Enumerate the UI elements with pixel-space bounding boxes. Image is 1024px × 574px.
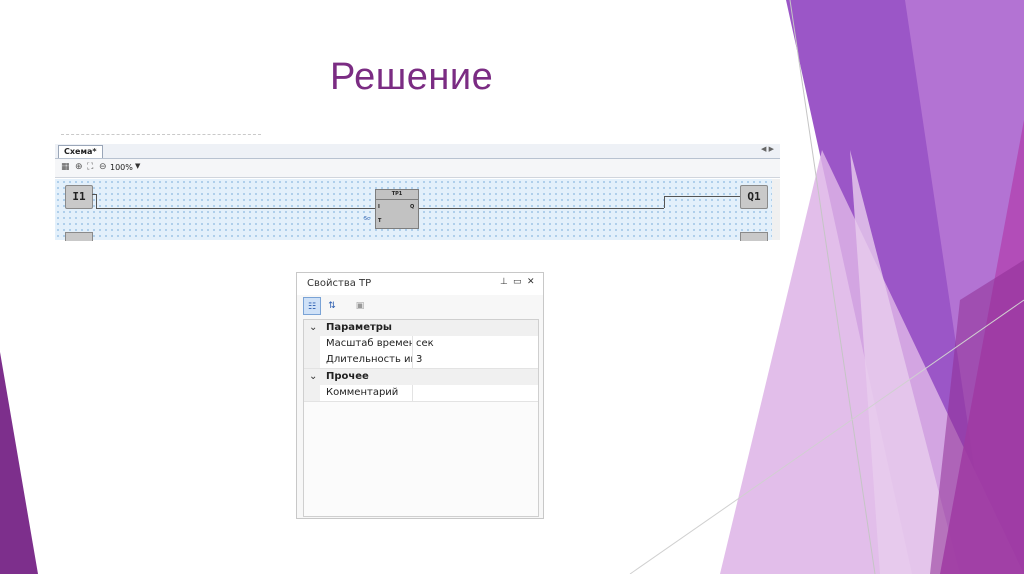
row-gutter (304, 385, 320, 401)
zoom-in-icon[interactable]: ⊕ (75, 162, 83, 172)
panel-header: Свойства TP ⊥ ▭ ✕ (297, 273, 543, 295)
row-gutter (304, 336, 320, 352)
output-stub (740, 232, 768, 241)
input-stub (65, 232, 93, 241)
chevron-down-icon[interactable]: ⌄ (309, 369, 317, 385)
left-corner-shape (0, 352, 38, 574)
block-separator (376, 199, 418, 200)
row-gutter (304, 352, 320, 368)
wire (96, 194, 97, 208)
tab-scroll-icon[interactable]: ◀ ▶ (761, 145, 774, 153)
chevron-down-icon[interactable]: ⌄ (309, 320, 317, 336)
close-icon[interactable]: ✕ (527, 277, 535, 287)
pin-i: I (378, 204, 380, 210)
vertical-scrollbar[interactable] (772, 179, 780, 240)
diagram-editor: Схема* ◀ ▶ ▦ ⊕ ⛶ ⊖ 100% ▼ I1 Q1 TP1 I T … (55, 130, 780, 241)
property-value[interactable]: сек (416, 336, 434, 352)
fit-icon[interactable]: ⛶ (87, 162, 93, 172)
faded-toolbar-strip (61, 134, 261, 141)
property-name: Масштаб времен (326, 336, 413, 352)
property-name: Комментарий (326, 385, 413, 401)
output-q1[interactable]: Q1 (740, 185, 768, 209)
category-other[interactable]: ⌄ Прочее (304, 369, 538, 385)
grid-icon[interactable]: ▦ (61, 162, 70, 172)
chevron-down-icon[interactable]: ▼ (135, 162, 140, 170)
properties-panel: ··· Свойства TP ⊥ ▭ ✕ ☷ ⇅ ▣ ⌄ Параметры … (296, 270, 544, 519)
input-i1[interactable]: I1 (65, 185, 93, 209)
category-label: Параметры (326, 322, 392, 333)
slide-title: Решение (330, 56, 494, 98)
property-row-pulse-duration[interactable]: Длительность им 3 (304, 352, 538, 369)
property-grid: ⌄ Параметры Масштаб времен сек Длительно… (303, 319, 539, 517)
property-name: Длительность им (326, 352, 413, 368)
category-parameters[interactable]: ⌄ Параметры (304, 320, 538, 336)
property-pages-icon[interactable]: ▣ (351, 297, 369, 315)
maximize-icon[interactable]: ▭ (513, 277, 522, 287)
diagram-toolbar: ▦ ⊕ ⛶ ⊖ 100% ▼ (55, 159, 780, 178)
property-row-comment[interactable]: Комментарий (304, 385, 538, 402)
tab-bar: Схема* ◀ ▶ (55, 144, 780, 159)
property-value[interactable]: 3 (416, 352, 422, 368)
panel-toolbar: ☷ ⇅ ▣ (303, 297, 537, 317)
property-row-time-scale[interactable]: Масштаб времен сек (304, 336, 538, 353)
wire-i1-to-tp1[interactable] (96, 208, 375, 209)
panel-title: Свойства TP (307, 278, 372, 289)
t-parameter-value: 5с (364, 216, 370, 222)
timer-block-tp1[interactable]: TP1 I T Q (375, 189, 419, 229)
block-name: TP1 (391, 191, 403, 197)
category-label: Прочее (326, 371, 369, 382)
pin-q: Q (410, 204, 415, 210)
zoom-out-icon[interactable]: ⊖ (99, 162, 107, 172)
pin-t: T (378, 218, 382, 224)
zoom-level[interactable]: 100% (110, 163, 133, 172)
pin-icon[interactable]: ⊥ (500, 277, 508, 287)
wire-tp1-to-q1[interactable] (418, 208, 664, 209)
wire (664, 196, 740, 197)
categorized-icon[interactable]: ☷ (303, 297, 321, 315)
wire (664, 196, 665, 208)
tab-schema[interactable]: Схема* (58, 145, 103, 158)
sort-alpha-icon[interactable]: ⇅ (323, 297, 341, 315)
